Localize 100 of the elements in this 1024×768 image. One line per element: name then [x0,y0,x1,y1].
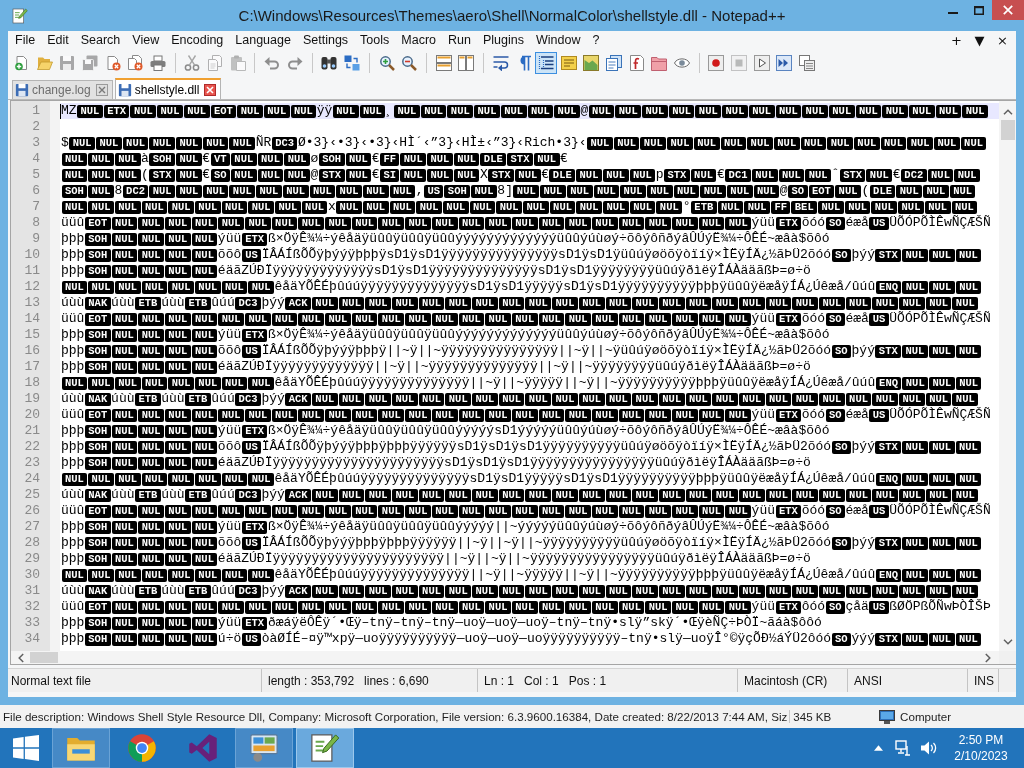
control-char-block: NUL [591,408,618,422]
line-number: 30 [23,567,41,583]
binary-text: ûúú [211,583,235,599]
line-number: 28 [23,535,41,551]
control-char-block: NUL [565,600,591,614]
control-char-block: NUL [362,184,389,198]
menu-item[interactable]: Edit [41,32,75,49]
control-char-block: NUL [775,104,802,118]
control-char-block: SO [831,344,852,358]
control-char-block: SO [825,312,845,326]
taskbar-button[interactable] [52,728,110,768]
binary-text: õõô [217,247,242,263]
control-char-block: NUL [447,104,474,118]
menu-bar-button[interactable]: ▼ [968,32,991,49]
control-char-block: NUL [405,408,431,422]
binary-text: úùù [61,583,85,599]
control-char-block: NUL [853,136,880,150]
control-char-block: NUL [513,184,540,198]
line-number: 20 [23,407,41,423]
binary-text: @ [779,183,788,199]
control-char-block: NUL [191,344,218,358]
close-icon[interactable] [204,83,217,96]
control-char-block: NUL [498,488,525,502]
control-char-block: NUL [168,376,194,390]
vertical-scrollbar[interactable] [999,101,1016,651]
binary-text: ôóó [801,599,826,615]
binary-text: ¸ [385,103,394,119]
clipboard-icon [229,54,246,71]
control-char-block: NUL [164,552,191,566]
control-char-block: NUL [578,584,605,598]
menu-item[interactable]: Settings [296,32,355,49]
scrollbar-thumb[interactable] [1000,120,1015,140]
taskbar-button[interactable] [235,728,293,768]
control-char-block: NUL [365,488,392,502]
indent-guide-button[interactable] [534,51,558,74]
speaker-icon[interactable] [921,740,937,756]
control-char-block: NUL [673,184,700,198]
tab[interactable]: change.log [12,80,113,99]
control-char-block: DC3 [235,392,261,406]
close-button[interactable] [992,0,1024,20]
chevron-right-icon[interactable] [985,652,991,663]
line-number: 13 [23,295,41,311]
control-char-block: NUL [896,184,923,198]
close-icon[interactable] [95,84,108,96]
control-char-block: NUL [872,584,899,598]
binary-text: ÜÕÓPÕÌÊwÑÇÆŠÑ [889,311,991,327]
binary-text: ( [861,183,870,199]
menu-item[interactable]: View [126,32,166,49]
binary-text: õóó [801,407,826,423]
control-char-block: NUL [111,456,138,470]
control-char-block: NUL [576,200,603,214]
chevron-up-icon[interactable] [1002,109,1013,115]
control-char-block: NUL [722,104,748,118]
control-char-block: NUL [765,296,792,310]
notepad-pen-icon [310,733,340,763]
control-char-block: NUL [712,296,738,310]
scrollbar-thumb[interactable] [30,652,58,663]
tab[interactable]: shellstyle.dll [114,78,222,99]
control-char-block: NUL [114,472,141,486]
menu-bar-button[interactable]: + [945,32,968,49]
menu-item[interactable]: Language [229,32,297,49]
menu-item[interactable]: Tools [354,32,396,49]
control-char-block: DC2 [900,168,927,182]
control-char-block: NUL [245,408,271,422]
menu-item[interactable]: Encoding [165,32,230,49]
control-char-block: NUL [365,584,392,598]
horizontal-scrollbar[interactable] [11,651,999,664]
control-char-block: NUL [835,184,861,198]
control-char-block: SO [210,168,230,182]
clock-date[interactable]: 2/10/2023 [954,748,1008,764]
menu-item[interactable]: File [9,32,42,49]
menu-item[interactable]: Search [74,32,127,49]
menu-item[interactable]: Plugins [476,32,530,49]
file-size-text: 345 KB [789,710,832,723]
control-char-block: NUL [765,584,792,598]
menu-item[interactable]: ? [586,32,606,49]
editor-pane[interactable] [10,100,1016,665]
menu-item[interactable]: Run [442,32,477,49]
chevron-left-icon[interactable] [18,652,24,663]
chevron-down-icon[interactable] [1002,639,1013,645]
control-char-block: ETX [241,328,268,342]
taskbar-button[interactable] [296,728,354,768]
menu-bar-button[interactable]: × [991,32,1014,49]
control-char-block: SO [825,600,845,614]
control-char-block: NUL [469,200,496,214]
control-char-block: NUL [514,168,541,182]
control-char-block: NUL [685,488,712,502]
control-char-block: NUL [578,296,605,310]
control-char-block: ETX [241,520,268,534]
control-char-block: NUL [668,104,695,118]
control-char-block: NUL [792,296,819,310]
control-char-block: NUL [111,216,138,230]
menu-item[interactable]: Window [529,32,587,49]
network-icon[interactable] [895,740,911,756]
menu-item[interactable]: Macro [395,32,443,49]
undo-arrow-icon [264,54,281,71]
chevron-up-icon[interactable] [874,745,883,751]
clock-time[interactable]: 2:50 PM [958,732,1004,748]
control-char-block: NUL [955,472,982,486]
control-char-block: NUL [431,408,458,422]
